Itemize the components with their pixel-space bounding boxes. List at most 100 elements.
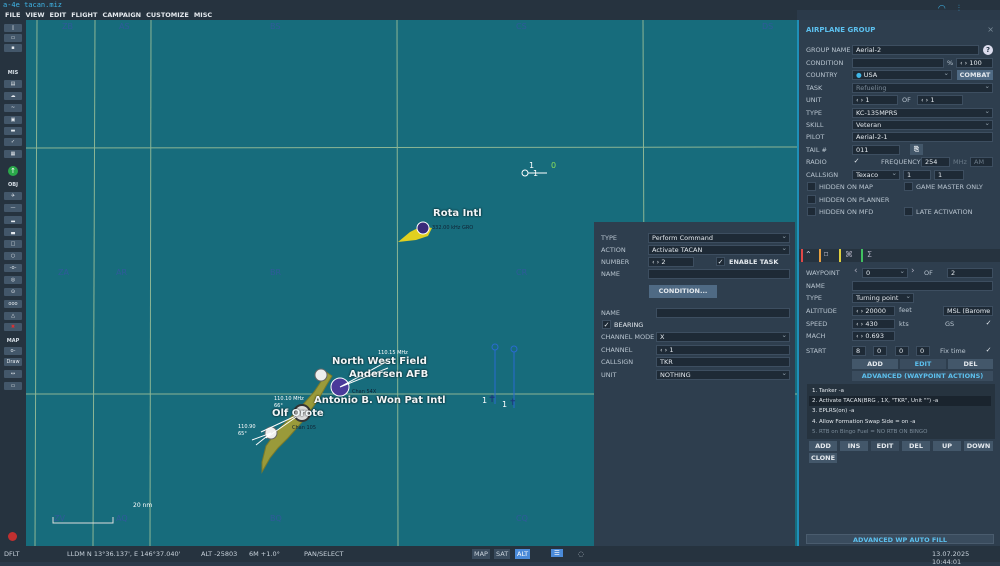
- modulation-select[interactable]: AM: [970, 157, 993, 167]
- menu-edit[interactable]: EDIT: [50, 10, 67, 20]
- unit-stepper[interactable]: ‹ › 1: [852, 95, 898, 105]
- measure-icon[interactable]: ↔: [4, 370, 22, 378]
- bearing-checkbox[interactable]: ✓: [602, 320, 611, 329]
- layers-icon[interactable]: ☰: [551, 549, 563, 557]
- callsign-number-input[interactable]: 1: [903, 170, 931, 180]
- satellite-view-button[interactable]: SAT: [494, 549, 511, 559]
- payload-tab-icon[interactable]: ⌘: [845, 250, 853, 259]
- start-second-input[interactable]: 0: [895, 346, 909, 356]
- skill-select[interactable]: Veteran: [852, 120, 993, 130]
- copy-icon[interactable]: ⎘: [910, 144, 923, 155]
- ruler-icon[interactable]: o-: [4, 347, 22, 355]
- helicopter-icon[interactable]: —: [4, 204, 22, 212]
- clock-icon[interactable]: ◌: [578, 550, 584, 558]
- fix-time-checkbox[interactable]: ✓: [984, 346, 993, 355]
- airport-label[interactable]: Antonio B. Won Pat Intl: [314, 395, 446, 406]
- draw-button[interactable]: Draw: [4, 358, 22, 366]
- condition-pct-stepper[interactable]: ‹ › 100: [956, 58, 993, 68]
- add-action-button[interactable]: ADD: [809, 441, 837, 451]
- weather-icon[interactable]: ☁: [4, 92, 22, 100]
- triggered-actions-tab-icon[interactable]: ⌑: [824, 250, 828, 259]
- goals-icon[interactable]: ▦: [4, 150, 22, 158]
- convoy-icon[interactable]: ○: [4, 252, 22, 260]
- tacan-unit-select[interactable]: NOTHING: [656, 370, 790, 380]
- callsign-number-input[interactable]: 1: [934, 170, 964, 180]
- circle-icon[interactable]: ⊙: [4, 288, 22, 296]
- delete-icon[interactable]: ✖: [4, 323, 22, 331]
- speed-stepper[interactable]: ‹ › 430: [852, 319, 895, 329]
- hidden-on-planner-checkbox[interactable]: [807, 195, 816, 204]
- trigger-zone-icon[interactable]: ▣: [4, 116, 22, 124]
- aircraft-icon[interactable]: ✝: [509, 398, 517, 408]
- waypoint-icon[interactable]: -o-: [4, 264, 22, 272]
- country-select[interactable]: ● USA: [852, 70, 952, 80]
- task-select[interactable]: Refueling: [852, 83, 993, 93]
- edit-action-button[interactable]: EDIT: [871, 441, 899, 451]
- up-arrow-icon[interactable]: ↑: [8, 166, 18, 176]
- start-minute-input[interactable]: 0: [873, 346, 887, 356]
- list-item-selected[interactable]: 2. Activate TACAN(BRG , 1X, "TKR", Unit …: [809, 396, 991, 406]
- airport-label[interactable]: North West Field: [332, 356, 427, 367]
- static-object-icon[interactable]: □: [4, 240, 22, 248]
- mach-stepper[interactable]: ‹ › 0.693: [852, 331, 895, 341]
- altitude-view-button[interactable]: ALT: [515, 549, 531, 559]
- group-name-input[interactable]: Aerial-2: [852, 45, 979, 55]
- clone-action-button[interactable]: CLONE: [809, 453, 837, 463]
- channel-stepper[interactable]: ‹ › 1: [656, 345, 790, 355]
- callsign-select[interactable]: Texaco: [852, 170, 900, 180]
- move-down-button[interactable]: DOWN: [964, 441, 993, 451]
- open-folder-icon[interactable]: ▭: [4, 34, 22, 42]
- menu-view[interactable]: VIEW: [25, 10, 44, 20]
- start-hour-input[interactable]: 8: [852, 346, 866, 356]
- tail-number-input[interactable]: 011: [852, 145, 900, 155]
- formation-icon[interactable]: △: [4, 312, 22, 320]
- task-number-stepper[interactable]: ‹ › 2: [648, 257, 694, 267]
- coordinates-readout[interactable]: LLDM N 13°36.137', E 146°37.040': [67, 550, 180, 558]
- target-icon[interactable]: ◎: [4, 276, 22, 284]
- menu-flight[interactable]: FLIGHT: [71, 10, 97, 20]
- zoom-rect-icon[interactable]: ▭: [4, 382, 22, 390]
- menu-misc[interactable]: MISC: [194, 10, 212, 20]
- help-icon[interactable]: ?: [983, 45, 993, 55]
- map-view-button[interactable]: MAP: [472, 549, 490, 559]
- profile-select[interactable]: DFLT: [4, 550, 19, 558]
- advanced-waypoint-actions-button[interactable]: ADVANCED (WAYPOINT ACTIONS): [852, 371, 993, 381]
- briefing-icon[interactable]: ▤: [4, 80, 22, 88]
- channel-mode-select[interactable]: X: [656, 332, 790, 342]
- move-up-button[interactable]: UP: [933, 441, 961, 451]
- hidden-on-mfd-checkbox[interactable]: [807, 207, 816, 216]
- airport-label[interactable]: Rota Intl: [433, 208, 482, 219]
- triggers-icon[interactable]: ▬: [4, 127, 22, 135]
- add-waypoint-button[interactable]: ADD: [852, 359, 898, 369]
- edit-waypoint-button[interactable]: EDIT: [900, 359, 946, 369]
- wifi-icon[interactable]: ◠: [938, 4, 946, 14]
- altitude-stepper[interactable]: ‹ › 20000: [852, 306, 895, 316]
- delete-action-button[interactable]: DEL: [902, 441, 930, 451]
- task-type-select[interactable]: Perform Command: [648, 233, 790, 243]
- airport-label[interactable]: Andersen AFB: [349, 369, 428, 380]
- frequency-input[interactable]: 254: [921, 157, 950, 167]
- advanced-wp-auto-fill-button[interactable]: ADVANCED WP AUTO FILL: [806, 534, 994, 544]
- enable-task-checkbox[interactable]: ✓: [716, 257, 725, 266]
- tacan-callsign-input[interactable]: TKR: [656, 357, 790, 367]
- summary-tab-icon[interactable]: Σ: [867, 250, 872, 259]
- check-icon[interactable]: ✓: [4, 138, 22, 146]
- delete-waypoint-button[interactable]: DEL: [948, 359, 993, 369]
- waypoint-type-select[interactable]: Turning point: [852, 293, 914, 303]
- unit-count-stepper[interactable]: ‹ › 1: [917, 95, 963, 105]
- route-icon[interactable]: ~: [4, 104, 22, 112]
- task-name-input[interactable]: [648, 269, 790, 279]
- menu-customize[interactable]: CUSTOMIZE: [146, 10, 189, 20]
- airplane-icon[interactable]: ✈: [4, 192, 22, 200]
- template-icon[interactable]: ooo: [4, 300, 22, 308]
- task-action-select[interactable]: Activate TACAN: [648, 245, 790, 255]
- late-activation-checkbox[interactable]: [904, 207, 913, 216]
- radio-checkbox[interactable]: ✓: [852, 157, 861, 166]
- save-icon[interactable]: ▪: [4, 44, 22, 52]
- menu-file[interactable]: FILE: [5, 10, 20, 20]
- tacan-name-input[interactable]: [656, 308, 790, 318]
- condition-input[interactable]: [852, 58, 944, 68]
- aircraft-type-select[interactable]: KC-135MPRS: [852, 108, 993, 118]
- hidden-on-map-checkbox[interactable]: [807, 182, 816, 191]
- next-waypoint-icon[interactable]: ›: [911, 266, 915, 276]
